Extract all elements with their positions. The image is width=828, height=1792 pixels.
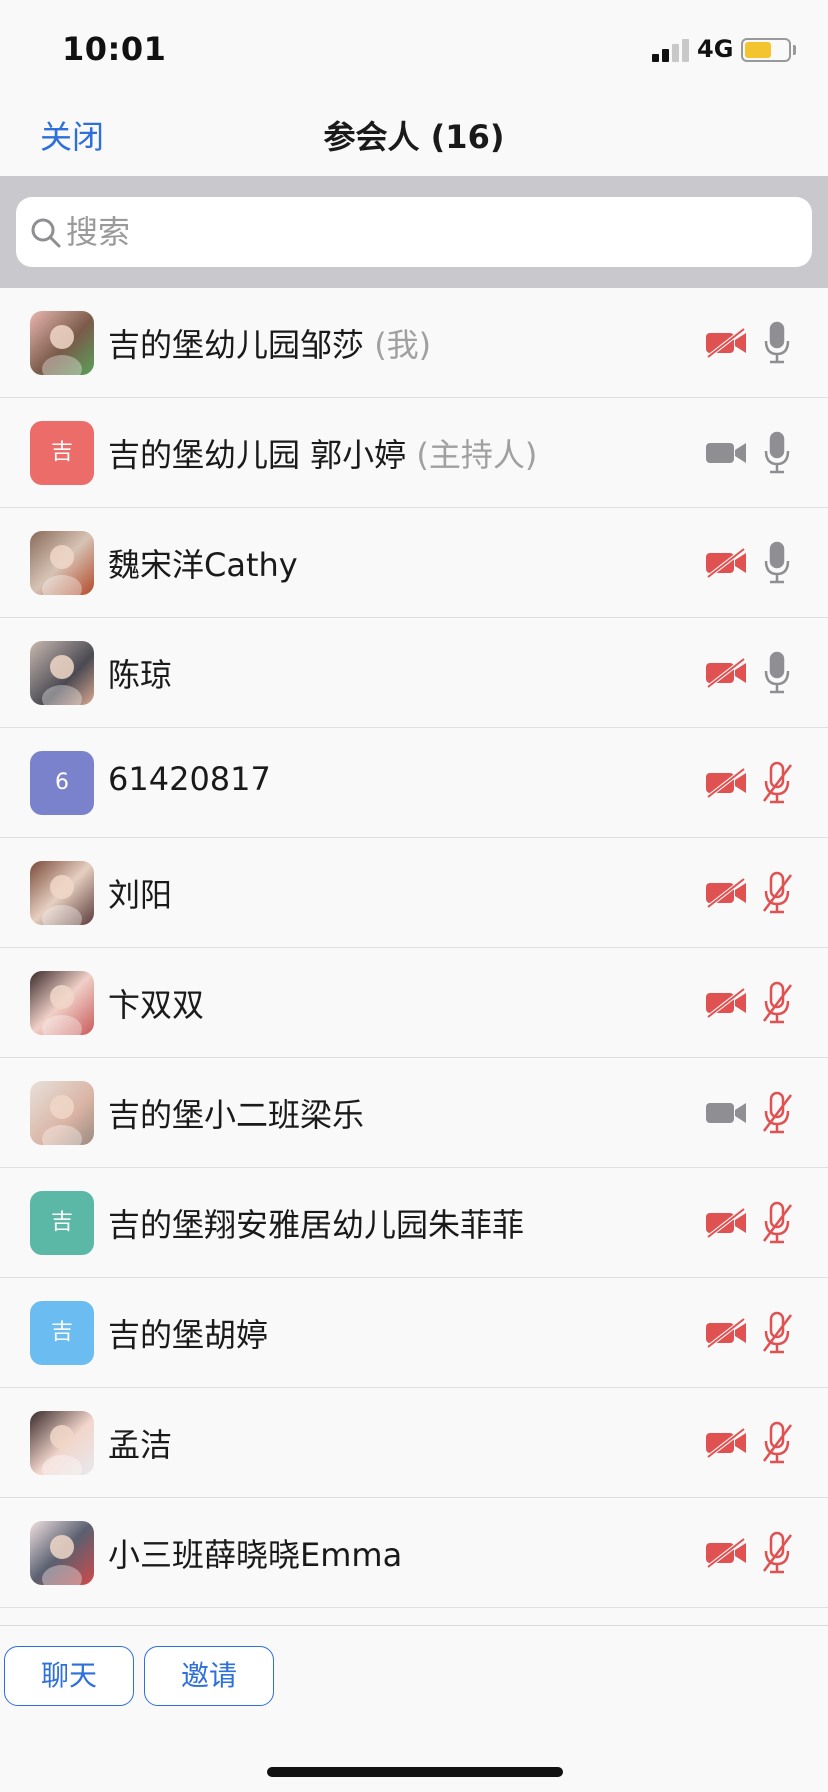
participant-name-text: 卞双双 <box>108 986 205 1024</box>
video-off-icon[interactable] <box>704 767 748 799</box>
participant-row[interactable]: 吉 吉的堡翔安雅居幼儿园朱菲菲 <box>0 1168 828 1278</box>
participant-row[interactable]: 陈琼 <box>0 618 828 728</box>
participant-name-text: 魏宋洋Cathy <box>108 546 298 584</box>
close-button[interactable]: 关闭 <box>40 112 104 158</box>
avatar: 吉 <box>30 1191 94 1255</box>
participant-row[interactable]: 魏宋洋Cathy <box>0 508 828 618</box>
video-off-icon[interactable] <box>704 877 748 909</box>
participant-row[interactable]: 吉的堡小二班梁乐 <box>0 1058 828 1168</box>
nav-bar: 参会人 (16) 关闭 <box>0 100 828 176</box>
participant-name-text: 小三班薛晓晓Emma <box>108 1536 403 1574</box>
participant-tag: (主持人) <box>416 436 538 474</box>
participant-row[interactable]: 吉 吉的堡幼儿园 郭小婷 (主持人) <box>0 398 828 508</box>
participant-row[interactable]: 吉 吉的堡胡婷 <box>0 1278 828 1388</box>
video-off-icon[interactable] <box>704 547 748 579</box>
search-box[interactable] <box>16 197 812 267</box>
video-off-icon[interactable] <box>704 1207 748 1239</box>
bottom-bar: 聊天 邀请 <box>0 1625 828 1792</box>
search-icon <box>31 218 61 248</box>
participant-name: 魏宋洋Cathy <box>108 540 298 586</box>
search-input[interactable] <box>66 207 786 257</box>
mic-on-icon[interactable] <box>760 541 794 585</box>
mic-on-icon[interactable] <box>760 431 794 475</box>
battery-tip <box>793 45 796 55</box>
avatar-photo <box>30 1521 94 1585</box>
participant-name-text: 吉的堡小二班梁乐 <box>108 1096 365 1134</box>
battery-icon <box>741 38 791 62</box>
home-indicator <box>267 1767 563 1777</box>
video-on-icon[interactable] <box>704 1097 748 1129</box>
participant-name-text: 陈琼 <box>108 656 173 694</box>
participant-name: 吉的堡翔安雅居幼儿园朱菲菲 <box>108 1200 524 1246</box>
invite-button[interactable]: 邀请 <box>144 1646 274 1706</box>
participant-tag: (我) <box>374 326 432 364</box>
mic-off-icon[interactable] <box>760 981 794 1025</box>
mic-off-icon[interactable] <box>760 1531 794 1575</box>
participant-row[interactable]: 刘阳 <box>0 838 828 948</box>
mic-off-icon[interactable] <box>760 871 794 915</box>
participant-name: 吉的堡幼儿园邹莎 (我) <box>108 320 431 366</box>
mic-on-icon[interactable] <box>760 651 794 695</box>
video-off-icon[interactable] <box>704 657 748 689</box>
avatar-photo <box>30 641 94 705</box>
avatar: 6 <box>30 751 94 815</box>
participant-row[interactable]: 孟洁 <box>0 1388 828 1498</box>
participant-row[interactable]: 6 61420817 <box>0 728 828 838</box>
participant-name-text: 吉的堡胡婷 <box>108 1316 269 1354</box>
participant-name: 刘阳 <box>108 870 172 916</box>
participant-name: 吉的堡幼儿园 郭小婷 (主持人) <box>108 430 537 476</box>
avatar-letter: 吉 <box>50 1320 73 1345</box>
page-title: 参会人 (16) <box>323 118 505 156</box>
avatar-photo <box>30 1081 94 1145</box>
participant-row[interactable]: 吉的堡幼儿园邹莎 (我) <box>0 288 828 398</box>
avatar-photo <box>30 971 94 1035</box>
video-on-icon[interactable] <box>704 437 748 469</box>
participant-name-text: 孟洁 <box>108 1426 173 1464</box>
participant-name-text: 61420817 <box>108 760 271 798</box>
participant-name: 孟洁 <box>108 1420 172 1466</box>
avatar-letter: 吉 <box>50 440 73 465</box>
status-time: 10:01 <box>62 30 167 68</box>
participant-name-text: 吉的堡幼儿园 郭小婷 <box>108 436 407 474</box>
participant-row[interactable]: 卞双双 <box>0 948 828 1058</box>
mic-on-icon[interactable] <box>760 321 794 365</box>
avatar-photo <box>30 861 94 925</box>
avatar-letter: 吉 <box>50 1210 73 1235</box>
participant-name-text: 刘阳 <box>108 876 173 914</box>
video-off-icon[interactable] <box>704 1317 748 1349</box>
status-bar: 10:01 4G <box>0 0 828 100</box>
mic-off-icon[interactable] <box>760 1311 794 1355</box>
avatar-photo <box>30 531 94 595</box>
mic-off-icon[interactable] <box>760 1421 794 1465</box>
participant-name: 陈琼 <box>108 650 172 696</box>
participant-name: 小三班薛晓晓Emma <box>108 1530 402 1576</box>
signal-icon <box>652 38 692 62</box>
mic-off-icon[interactable] <box>760 1091 794 1135</box>
chat-button[interactable]: 聊天 <box>4 1646 134 1706</box>
avatar: 吉 <box>30 1301 94 1365</box>
mic-off-icon[interactable] <box>760 1201 794 1245</box>
participant-list: 吉的堡幼儿园邹莎 (我) 吉吉的堡幼儿园 郭小婷 (主持人) 魏宋洋Cathy … <box>0 288 828 1608</box>
participant-name: 61420817 <box>108 760 271 798</box>
video-off-icon[interactable] <box>704 1537 748 1569</box>
video-off-icon[interactable] <box>704 987 748 1019</box>
avatar-photo <box>30 311 94 375</box>
search-section <box>0 176 828 288</box>
avatar-photo <box>30 1411 94 1475</box>
participant-name: 吉的堡胡婷 <box>108 1310 268 1356</box>
participant-name: 吉的堡小二班梁乐 <box>108 1090 364 1136</box>
video-off-icon[interactable] <box>704 327 748 359</box>
avatar: 吉 <box>30 421 94 485</box>
mic-off-icon[interactable] <box>760 761 794 805</box>
participant-name-text: 吉的堡翔安雅居幼儿园朱菲菲 <box>108 1206 525 1244</box>
participant-row[interactable]: 小三班薛晓晓Emma <box>0 1498 828 1608</box>
video-off-icon[interactable] <box>704 1427 748 1459</box>
avatar-letter: 6 <box>55 770 69 795</box>
network-type: 4G <box>697 35 734 63</box>
participant-name: 卞双双 <box>108 980 204 1026</box>
participant-name-text: 吉的堡幼儿园邹莎 <box>108 326 365 364</box>
